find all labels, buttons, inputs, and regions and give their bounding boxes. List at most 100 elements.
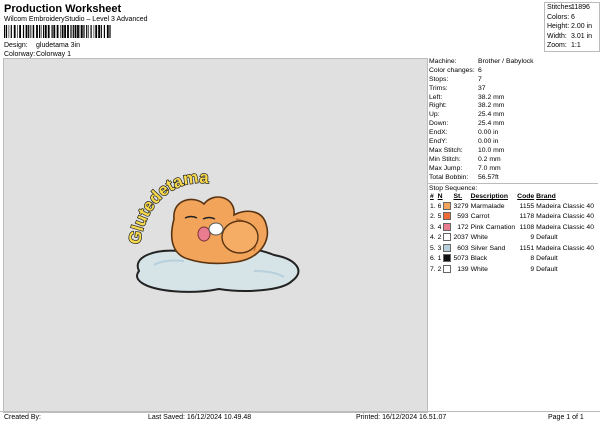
design-row: Design: gludetama 3in — [4, 41, 80, 50]
table-row: 7. 2 139 White 9 Default — [429, 264, 595, 276]
cell-brand: Madeira Classic 40 — [536, 202, 594, 210]
cell-swatch — [442, 233, 452, 244]
up-row: Up: 25.4 mm — [429, 111, 505, 119]
stat-stitches: Stitches: 11896 — [547, 4, 590, 11]
min-stitch-row: Min Stitch: 0.2 mm — [429, 155, 501, 163]
color-swatch-icon — [443, 254, 452, 263]
table-row: 2. 5 593 Carrot 1178 Madeira Classic 40 — [429, 212, 595, 223]
cell-code: 1178 — [519, 213, 535, 221]
design-value: gludetama 3in — [36, 42, 80, 49]
cell-brand: Madeira Classic 40 — [536, 213, 594, 221]
cell-description: Silver Sand — [470, 244, 506, 252]
col-header-code: Code — [517, 193, 535, 201]
printed-date: Printed: 16/12/2024 16.51.07 — [356, 414, 447, 421]
stop-sequence-table: # N St. Description Code Brand 1. 6 3279 Ma… — [429, 193, 595, 275]
cell-stitches: 593 — [457, 213, 469, 221]
cell-brand: Default — [536, 265, 558, 273]
cell-code: 1155 — [519, 202, 535, 210]
cell-stop-num: 7. — [430, 265, 436, 273]
machine-row: Machine: Brother / Babylock — [429, 58, 534, 65]
software-subtitle: Wilcom EmbroideryStudio – Level 3 Advanc… — [4, 16, 148, 23]
page-title: Production Worksheet — [4, 3, 122, 15]
cell-brand: Default — [536, 234, 558, 242]
col-header-brand: Brand — [536, 193, 556, 201]
cell-code: 1151 — [519, 244, 535, 252]
cell-description: White — [470, 234, 488, 242]
design-preview: Glutedetama — [3, 58, 428, 413]
cell-stitches: 172 — [457, 223, 469, 231]
color-swatch-icon — [443, 243, 452, 252]
total-bobbin-row: Total Bobbin: 56.57ft — [429, 173, 499, 181]
barcode — [4, 25, 111, 38]
cell-description: Black — [470, 255, 488, 263]
max-jump-row: Max Jump: 7.0 mm — [429, 164, 501, 172]
cell-stop-num: 4. — [430, 234, 436, 242]
cell-swatch — [442, 243, 452, 255]
cell-stitches: 3279 — [453, 202, 469, 210]
cell-stop-num: 1. — [430, 202, 436, 210]
cell-swatch — [442, 222, 452, 234]
left-row: Left: 38.2 mm — [429, 93, 505, 101]
cell-code: 1108 — [519, 223, 535, 231]
cell-stitches: 603 — [457, 244, 469, 252]
cell-description: White — [470, 265, 488, 273]
endx-row: EndX: 0.00 in — [429, 129, 499, 137]
col-header-stitches: St. — [453, 193, 463, 201]
endy-row: EndY: 0.00 in — [429, 138, 499, 146]
stat-height: Height: 2.00 in — [547, 23, 593, 31]
stat-zoom: Zoom: 1:1 — [547, 42, 581, 50]
trims-row: Trims: 37 — [429, 84, 486, 92]
cell-brand: Default — [536, 255, 558, 263]
cell-code: 9 — [530, 234, 535, 242]
color-changes-row: Color changes: 6 — [429, 66, 482, 74]
cell-stop-num: 6. — [430, 255, 436, 263]
cell-code: 9 — [530, 265, 535, 273]
col-header-num: # — [430, 193, 434, 201]
cell-stop-num: 3. — [430, 223, 436, 231]
down-row: Down: 25.4 mm — [429, 120, 505, 128]
colorway-value: Colorway 1 — [36, 51, 72, 58]
table-row: 3. 4 172 Pink Carnation 1108 Madeira Classic … — [429, 222, 595, 234]
table-row: 4. 2 2037 White 9 Default — [429, 233, 595, 244]
stops-row: Stops: 7 — [429, 75, 482, 83]
cell-stop-num: 2. — [430, 213, 436, 221]
design-label: Design: — [4, 42, 28, 49]
created-by: Created By: — [4, 414, 41, 421]
design-illustration: Glutedetama — [124, 167, 300, 293]
last-saved: Last Saved: 16/12/2024 10.49.48 — [148, 414, 252, 421]
cell-stitches: 139 — [457, 265, 469, 273]
color-swatch-icon — [443, 212, 452, 221]
cell-description: Pink Carnation — [470, 223, 516, 231]
cell-brand: Madeira Classic 40 — [536, 244, 594, 252]
stop-sequence-label: Stop Sequence: — [428, 183, 598, 193]
cell-swatch — [442, 212, 452, 223]
color-swatch-icon — [443, 222, 452, 231]
color-swatch-icon — [443, 233, 452, 242]
stats-box: Stitches: 11896 Colors: 6 Height: 2.00 in W… — [544, 2, 600, 52]
max-stitch-row: Max Stitch: 10.0 mm — [429, 146, 505, 154]
cell-stitches: 2037 — [453, 234, 469, 242]
right-row: Right: 38.2 mm — [429, 102, 505, 110]
cell-swatch — [442, 254, 452, 265]
col-header-needle: N — [437, 193, 443, 201]
cell-stitches: 5073 — [453, 255, 469, 263]
color-swatch-icon — [443, 201, 452, 210]
page-number: Page 1 of 1 — [548, 414, 584, 421]
cell-brand: Madeira Classic 40 — [536, 223, 594, 231]
color-swatch-icon — [443, 264, 452, 273]
cell-description: Marmalade — [470, 202, 505, 210]
page-footer: Created By: Last Saved: 16/12/2024 10.49… — [0, 411, 600, 425]
stat-width: Width: 3.01 in — [547, 32, 593, 40]
cell-swatch — [442, 201, 452, 213]
table-row: 6. 1 5073 Black 8 Default — [429, 254, 595, 265]
cell-swatch — [442, 264, 452, 276]
cell-description: Carrot — [470, 213, 490, 221]
col-header-description: Description — [470, 193, 508, 201]
cell-stop-num: 5. — [430, 244, 436, 252]
machine-panel: Machine: Brother / Babylock Color changes… — [428, 58, 598, 411]
table-header-row: # N St. Description Code Brand — [429, 193, 595, 202]
cell-code: 8 — [530, 255, 535, 263]
stat-colors: Colors: 6 — [547, 13, 575, 21]
table-row: 5. 3 603 Silver Sand 1151 Madeira Classic 40 — [429, 243, 595, 255]
table-row: 1. 6 3279 Marmalade 1155 Madeira Classic 40 — [429, 201, 595, 213]
